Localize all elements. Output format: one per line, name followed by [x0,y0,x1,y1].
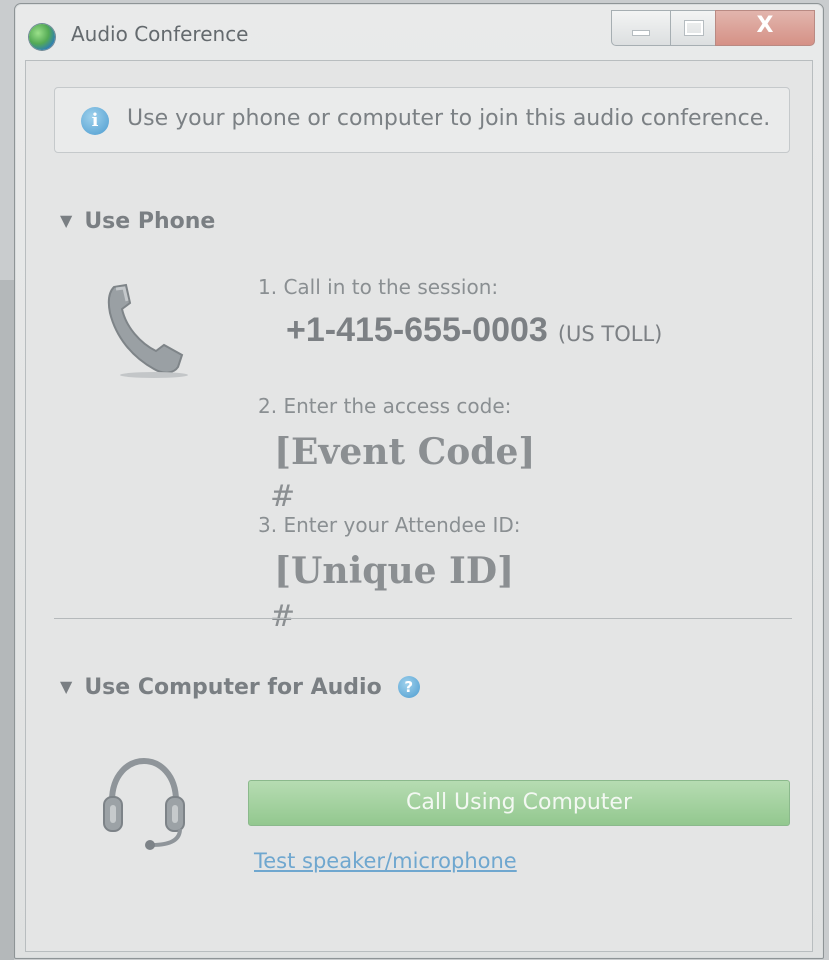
step-3-label: 3. Enter your Attendee ID: [258,513,521,537]
step-2-label: 2. Enter the access code: [258,394,512,418]
use-computer-header: Use Computer for Audio [84,675,382,700]
phone-number-type: (US TOLL) [557,322,663,346]
info-icon: i [81,107,109,135]
info-banner: i Use your phone or computer to join thi… [54,87,790,153]
background-edge [0,280,14,960]
step-1-label: 1. Call in to the session: [258,275,499,299]
collapse-triangle-icon: ▼ [60,211,73,230]
caption-buttons: X [611,10,817,46]
access-code-hash: # [270,479,296,514]
title-bar[interactable]: Audio Conference X [15,4,823,62]
app-globe-icon [29,24,55,50]
dialog-content: i Use your phone or computer to join thi… [25,60,813,952]
call-using-computer-button[interactable]: Call Using Computer [248,780,790,826]
phone-handset-icon [107,283,188,378]
phone-number-line: +1-415-655-0003 (US TOLL) [286,311,662,350]
section-divider [54,618,792,619]
info-banner-text: Use your phone or computer to join this … [127,106,771,131]
window-title: Audio Conference [71,22,249,46]
use-phone-header: Use Phone [84,209,216,234]
collapse-triangle-icon: ▼ [60,677,73,696]
close-icon: X [756,13,774,38]
maximize-button[interactable] [670,10,716,46]
attendee-id-hash: # [270,599,296,634]
close-button[interactable]: X [715,10,815,46]
test-speaker-microphone-link[interactable]: Test speaker/microphone [254,849,517,873]
use-phone-section-toggle[interactable]: ▼ Use Phone [60,209,215,234]
help-icon[interactable]: ? [397,676,420,698]
audio-conference-window: Audio Conference X i Use your phone or c… [14,3,824,959]
minimize-button[interactable] [611,10,671,46]
attendee-id-value: [Unique ID] [274,550,515,592]
headset-icon [103,757,185,850]
use-computer-section-toggle[interactable]: ▼ Use Computer for Audio? [60,675,420,700]
phone-number: +1-415-655-0003 [286,311,548,349]
access-code-value: [Event Code] [274,431,536,473]
